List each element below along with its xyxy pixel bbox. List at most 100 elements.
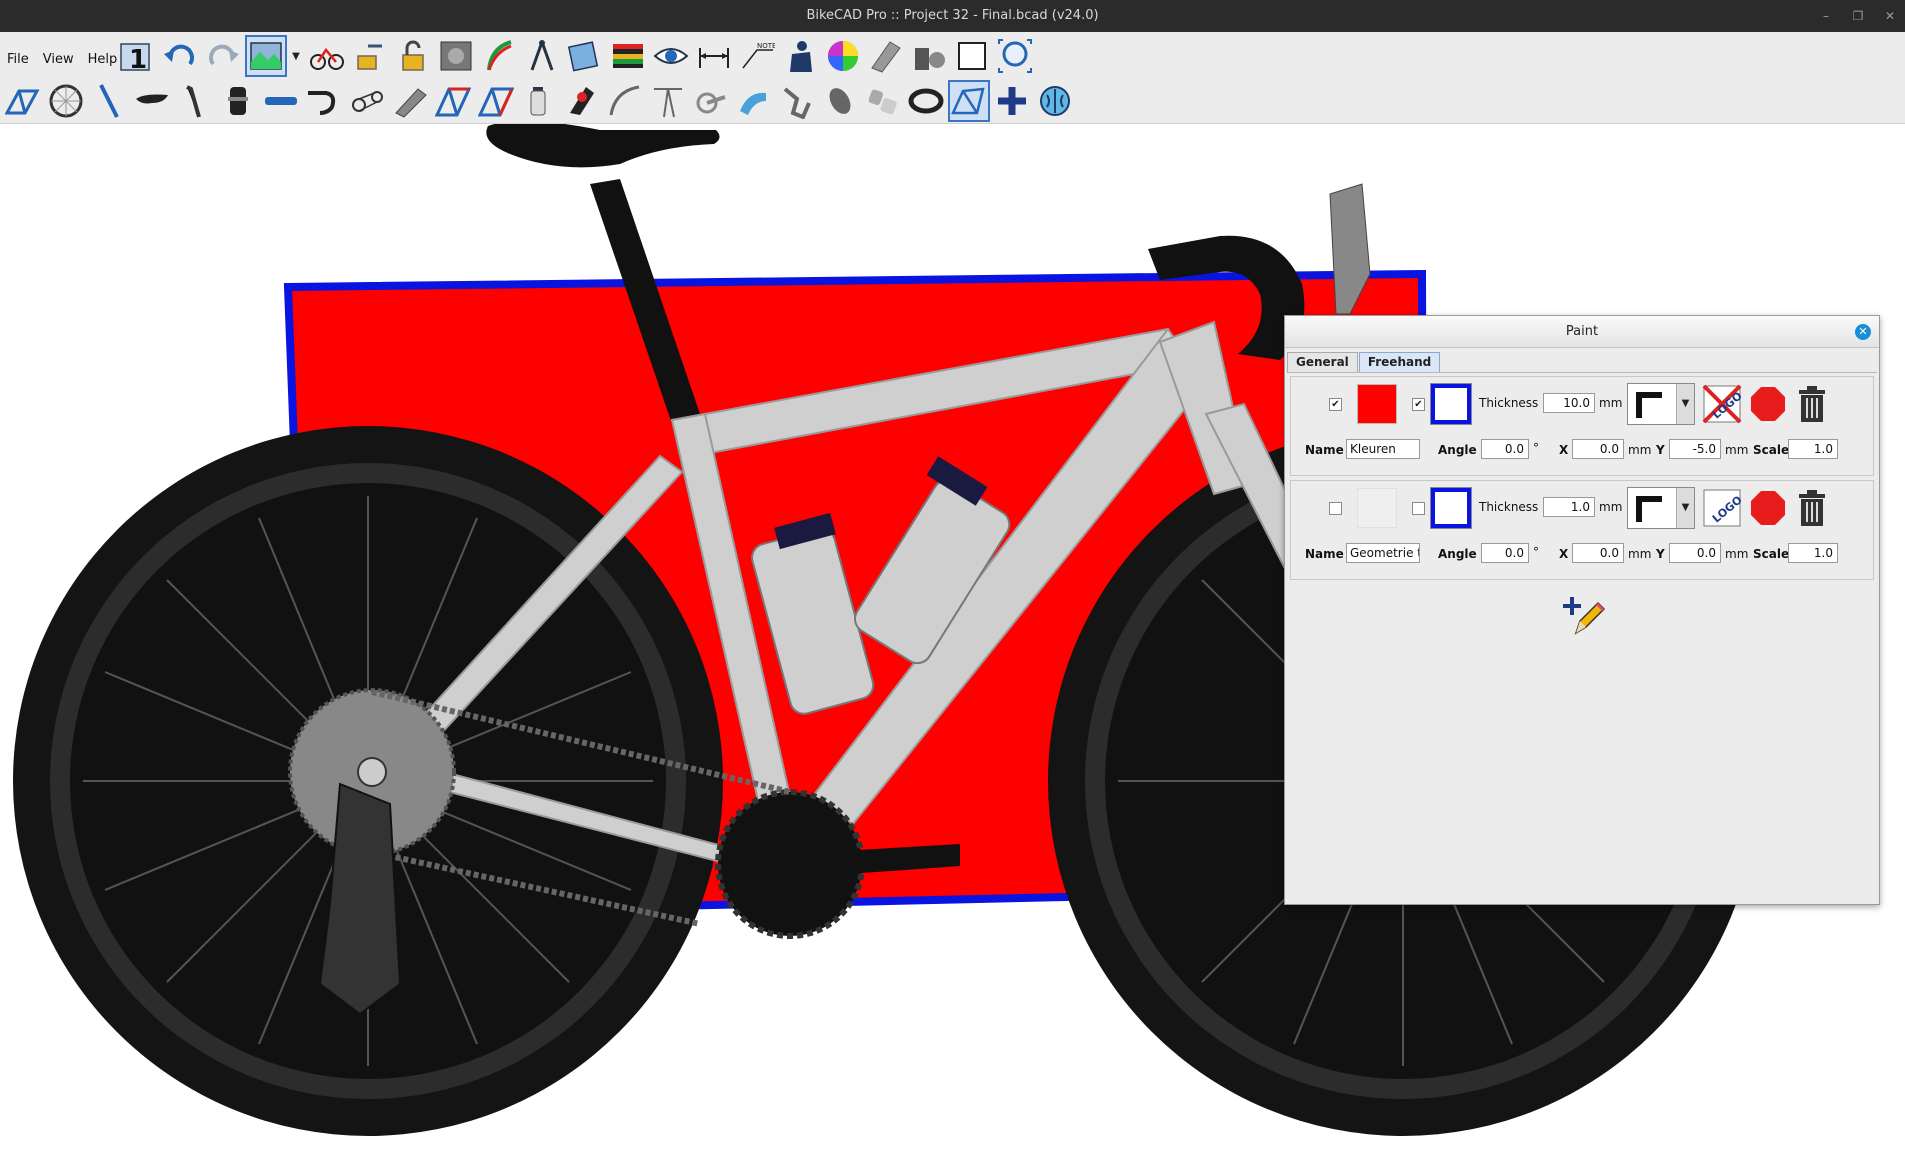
saddle [486,124,720,168]
layer-name-field[interactable]: Kleuren [1346,439,1420,459]
layer-name-field[interactable]: Geometrie t [1346,543,1420,563]
x-field[interactable]: 0.0 [1572,439,1624,459]
tube-icon[interactable] [389,80,431,122]
add-layer-pencil-icon[interactable] [1562,593,1606,637]
mouse-icon[interactable] [819,80,861,122]
eye-icon[interactable] [650,35,692,77]
frame-red-icon[interactable] [432,80,474,122]
undo-icon[interactable] [159,35,201,77]
close-icon[interactable]: ✕ [1855,324,1871,340]
line-cap-select[interactable]: ▼ [1627,487,1695,529]
trash-icon[interactable] [1791,487,1833,529]
photo-icon[interactable] [435,35,477,77]
tool-lock-icon[interactable] [349,35,391,77]
panel-title-text: Paint [1565,324,1599,339]
zoom-fit-icon[interactable] [994,35,1036,77]
degree-label: ° [1533,545,1539,559]
y-field[interactable]: -5.0 [1669,439,1721,459]
mm-label: mm [1599,500,1623,514]
brake-icon[interactable] [561,80,603,122]
scale-field[interactable]: 1.0 [1788,439,1838,459]
scale-label: Scale [1753,443,1790,457]
thickness-label: Thickness [1479,396,1539,410]
square-icon[interactable] [951,35,993,77]
rider-icon[interactable] [779,35,821,77]
frame-outline-icon[interactable] [948,80,990,122]
compass-icon[interactable] [521,35,563,77]
derailleur-icon[interactable] [776,80,818,122]
background-image-icon[interactable] [245,35,287,77]
y-label: Y [1656,547,1665,561]
drivetrain-icon[interactable] [346,80,388,122]
suspension-icon[interactable] [733,80,775,122]
arc-icon[interactable] [604,80,646,122]
thickness-field[interactable]: 1.0 [1543,497,1595,517]
thickness-field[interactable]: 10.0 [1543,393,1595,413]
handlebar-icon[interactable] [303,80,345,122]
menu-view[interactable]: View [36,45,81,75]
stem-icon[interactable] [260,80,302,122]
fill-color-swatch[interactable] [1357,488,1397,528]
stroke-color-swatch[interactable] [1430,487,1472,529]
angle-field[interactable]: 0.0 [1481,543,1529,563]
stop-icon[interactable] [1747,383,1789,425]
y-label: Y [1656,443,1665,457]
trash-icon[interactable] [1791,383,1833,425]
stroke-checkbox[interactable]: ✔ [1412,398,1425,411]
color-bars-icon[interactable] [607,35,649,77]
frame-icon[interactable] [2,80,44,122]
menu-file[interactable]: File [0,45,36,75]
line-cap-select[interactable]: ▼ [1627,383,1695,425]
step-one-icon[interactable]: 1 [116,35,158,77]
wheel-icon[interactable] [45,80,87,122]
toolbar-area: File View Help 1 ▼ NOTE [0,32,1905,124]
tire-icon[interactable] [905,80,947,122]
minimize-button[interactable]: – [1819,0,1833,32]
fork-icon[interactable] [88,80,130,122]
dimension-icon[interactable] [693,35,735,77]
crankset-icon[interactable] [690,80,732,122]
mm-label: mm [1599,396,1623,410]
tab-general[interactable]: General [1287,352,1358,372]
x-label: X [1559,547,1569,561]
close-window-button[interactable]: ✕ [1883,0,1897,32]
stroke-checkbox[interactable] [1412,502,1425,515]
bike-dimension-icon[interactable] [306,35,348,77]
add-icon[interactable] [991,80,1033,122]
component-grey-icon[interactable] [865,35,907,77]
frame-blue-icon[interactable] [475,80,517,122]
x-label: X [1559,443,1569,457]
chevron-down-icon[interactable]: ▼ [288,35,304,77]
window-controls: – ❐ ✕ [1819,0,1897,32]
logo-icon[interactable]: LOGO [1701,487,1743,529]
toolbar-row-1: 1 ▼ NOTE [116,34,1037,78]
fill-color-swatch[interactable] [1357,384,1397,424]
seatpost-icon[interactable] [174,80,216,122]
fill-checkbox[interactable] [1329,502,1342,515]
tab-freehand[interactable]: Freehand [1358,352,1441,372]
unlock-icon[interactable] [392,35,434,77]
hub-icon[interactable] [862,80,904,122]
shapes-icon[interactable] [908,35,950,77]
scale-field[interactable]: 1.0 [1788,543,1838,563]
maximize-button[interactable]: ❐ [1851,0,1865,32]
headset-icon[interactable] [217,80,259,122]
angle-field[interactable]: 0.0 [1481,439,1529,459]
logo-icon[interactable]: LOGO [1701,383,1743,425]
mm-label: mm [1725,547,1749,561]
redo-icon[interactable] [202,35,244,77]
color-wheel-icon[interactable] [822,35,864,77]
brain-icon[interactable] [1034,80,1076,122]
stroke-color-swatch[interactable] [1430,383,1472,425]
notebook-icon[interactable] [564,35,606,77]
svg-text:1: 1 [129,45,147,74]
y-field[interactable]: 0.0 [1669,543,1721,563]
bottle-icon[interactable] [518,80,560,122]
stop-icon[interactable] [1747,487,1789,529]
fill-checkbox[interactable]: ✔ [1329,398,1342,411]
fork-rake-icon[interactable] [647,80,689,122]
pen-icon[interactable] [478,35,520,77]
saddle-icon[interactable] [131,80,173,122]
note-icon[interactable]: NOTE [736,35,778,77]
x-field[interactable]: 0.0 [1572,543,1624,563]
